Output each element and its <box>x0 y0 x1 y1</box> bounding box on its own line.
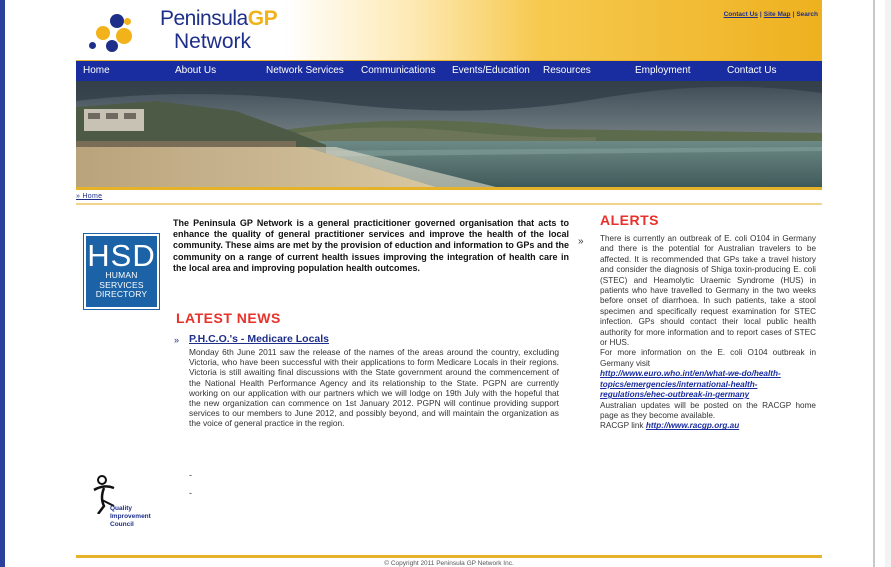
nav-home[interactable]: Home <box>83 65 110 76</box>
footer-copyright: © Copyright 2011 Peninsula GP Network In… <box>384 560 514 567</box>
main-nav: Home About Us Network Services Communica… <box>76 60 822 81</box>
latest-news-heading: LATEST NEWS <box>176 310 281 326</box>
hsd-banner[interactable]: HSD HUMAN SERVICES DIRECTORY <box>83 233 160 310</box>
news-dash-1: - <box>189 470 192 480</box>
quality-improvement-council-logo[interactable]: Quality Improvement Council <box>90 474 160 546</box>
nav-resources[interactable]: Resources <box>543 65 591 76</box>
header: PeninsulaGP Network Contact Us | Site Map |… <box>76 0 822 60</box>
nav-contact-us[interactable]: Contact Us <box>727 65 776 76</box>
intro-text: The Peninsula GP Network is a general pr… <box>173 218 569 273</box>
column-bullet: » <box>578 236 584 247</box>
window-gutter <box>885 0 891 567</box>
hsd-line-3: DIRECTORY <box>95 289 148 299</box>
racgp-line: RACGP link http://www.racgp.org.au <box>600 421 816 431</box>
logo[interactable]: PeninsulaGP Network <box>160 7 278 53</box>
logo-gp: GP <box>247 7 278 30</box>
right-border <box>873 0 875 567</box>
alerts-paragraph-2: For more information on the E. coli O104… <box>600 348 816 368</box>
search-link[interactable]: Search <box>796 11 818 18</box>
nav-network-services[interactable]: Network Services <box>266 65 344 76</box>
alerts-paragraph-3: Australian updates will be posted on the… <box>600 400 816 420</box>
alerts-paragraph-1: There is currently an outbreak of E. col… <box>600 234 816 348</box>
nav-employment[interactable]: Employment <box>635 65 691 76</box>
news-dash-2: - <box>189 488 192 498</box>
alerts-body: There is currently an outbreak of E. col… <box>600 234 816 432</box>
utility-links: Contact Us | Site Map | Search <box>723 11 818 18</box>
news-item-title-link[interactable]: P.H.C.O.'s - Medicare Locals <box>189 333 329 345</box>
breadcrumb-divider <box>76 203 822 205</box>
logo-name: Peninsula <box>160 7 248 30</box>
logo-network: Network <box>174 30 252 53</box>
contact-us-link[interactable]: Contact Us <box>724 11 758 18</box>
header-banner-image <box>76 81 822 190</box>
qic-label: Quality Improvement Council <box>110 505 151 528</box>
site-map-link[interactable]: Site Map <box>764 11 791 18</box>
news-arrow-icon: » <box>174 335 180 345</box>
who-ehec-link[interactable]: http://www.euro.who.int/en/what-we-do/he… <box>600 369 816 400</box>
left-border <box>0 0 5 567</box>
footer-divider <box>76 555 822 558</box>
racgp-link[interactable]: http://www.racgp.org.au <box>646 421 739 430</box>
racgp-prefix: RACGP link <box>600 421 644 431</box>
hsd-title: HSD <box>87 238 156 273</box>
logo-icon[interactable] <box>86 12 148 56</box>
nav-events-education[interactable]: Events/Education <box>452 65 530 76</box>
page: PeninsulaGP Network Contact Us | Site Map |… <box>76 0 822 567</box>
news-item-body: Monday 6th June 2011 saw the release of … <box>189 347 559 429</box>
alerts-heading: ALERTS <box>600 212 659 228</box>
breadcrumb[interactable]: » Home <box>76 193 102 200</box>
nav-about-us[interactable]: About Us <box>175 65 216 76</box>
nav-communications[interactable]: Communications <box>361 65 435 76</box>
